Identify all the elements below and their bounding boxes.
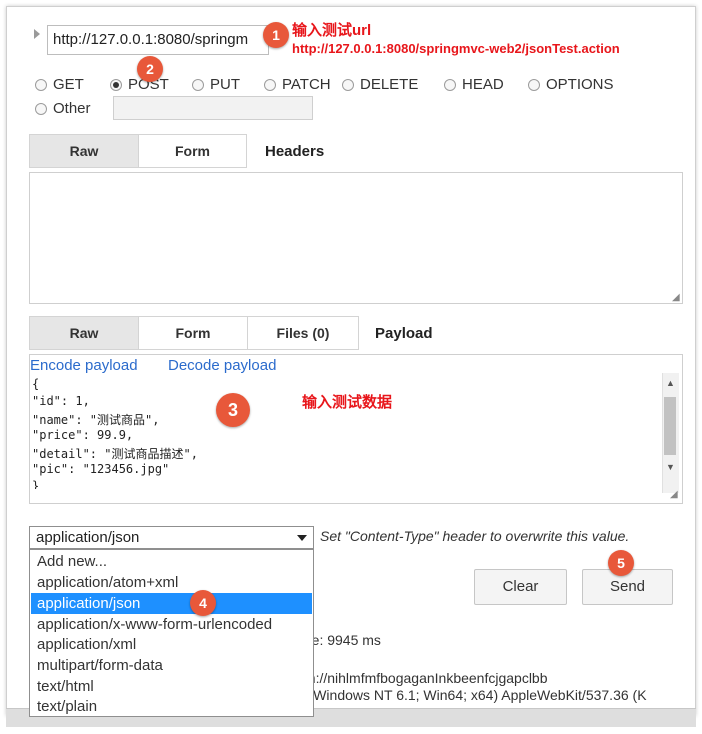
tab-headers-form[interactable]: Form [138,134,247,168]
payload-line: { [32,377,40,391]
chevron-down-icon [297,535,307,541]
dropdown-option[interactable]: application/atom+xml [37,572,178,593]
dropdown-option[interactable]: Add new... [37,551,107,572]
resize-handle-icon[interactable]: ◢ [670,489,678,500]
method-label: Other [53,100,91,117]
payload-line: "price": 99.9, [32,428,134,442]
scroll-up-icon[interactable]: ▲ [666,378,675,388]
radio-checked-icon [110,78,122,91]
method-label: PUT [210,76,240,93]
method-options-radio[interactable]: OPTIONS [528,76,614,93]
step-badge-3: 3 [216,393,250,427]
tab-headers-raw[interactable]: Raw [29,134,139,168]
method-other-radio[interactable]: Other [35,100,91,117]
other-method-input[interactable] [113,96,313,120]
headers-title: Headers [265,143,325,160]
step-badge-5: 5 [608,550,634,576]
method-put-radio[interactable]: PUT [192,76,240,93]
annotation-url-example: http://127.0.0.1:8080/springmvc-web2/jso… [292,41,620,56]
radio-icon [342,78,354,91]
resize-handle-icon[interactable]: ◢ [672,292,680,303]
method-post-radio[interactable]: POST [110,76,169,93]
method-label: GET [53,76,84,93]
method-label: OPTIONS [546,76,614,93]
method-patch-radio[interactable]: PATCH [264,76,331,93]
payload-line: "name": "测试商品", [32,413,160,427]
response-info-line: on://nihlmfmfbogaganInkbeenfcjgapclbb [300,670,548,686]
method-head-radio[interactable]: HEAD [444,76,504,93]
payload-line: "id": 1, [32,394,90,408]
scroll-down-icon[interactable]: ▼ [666,462,675,472]
payload-line: "detail": "测试商品描述", [32,447,198,461]
annotation-url-title: 输入测试url [292,22,372,39]
headers-textarea[interactable] [29,172,683,304]
step-badge-2: 2 [137,56,163,82]
radio-icon [35,78,47,91]
radio-icon [192,78,204,91]
method-label: HEAD [462,76,504,93]
dropdown-option[interactable]: text/html [37,676,94,697]
response-info-line: ) (Windows NT 6.1; Win64; x64) AppleWebK… [300,687,647,703]
radio-icon [35,102,47,115]
payload-title: Payload [375,325,433,342]
dropdown-option[interactable]: multipart/form-data [37,655,163,676]
tab-payload-form[interactable]: Form [138,316,248,350]
decode-payload-link[interactable]: Decode payload [168,357,276,374]
method-label: PATCH [282,76,331,93]
payload-line: } [32,479,40,489]
encode-payload-link[interactable]: Encode payload [30,357,138,374]
method-label: DELETE [360,76,419,93]
annotation-test-data: 输入测试数据 [302,394,393,411]
clear-button[interactable]: Clear [474,569,567,605]
radio-icon [264,78,276,91]
url-input[interactable]: http://127.0.0.1:8080/springm [47,25,269,55]
scrollbar-thumb[interactable] [664,397,676,455]
step-badge-1: 1 [263,22,289,48]
tab-payload-raw[interactable]: Raw [29,316,139,350]
dropdown-option[interactable]: text/plain [37,696,97,717]
dropdown-option[interactable]: application/x-www-form-urlencoded [37,614,272,635]
method-get-radio[interactable]: GET [35,76,84,93]
expand-arrow-icon[interactable] [34,29,40,39]
tab-payload-files[interactable]: Files (0) [247,316,359,350]
content-type-dropdown: Add new... application/atom+xml applicat… [29,549,314,717]
radio-icon [444,78,456,91]
radio-icon [528,78,540,91]
dropdown-option[interactable]: application/xml [37,634,136,655]
step-badge-4: 4 [190,590,216,616]
content-type-select[interactable]: application/json [29,526,314,549]
payload-line: "pic": "123456.jpg" [32,462,170,476]
dropdown-option-selected[interactable]: application/json [31,593,312,614]
send-button[interactable]: Send [582,569,673,605]
content-type-value: application/json [36,529,140,546]
content-type-hint: Set "Content-Type" header to overwrite t… [320,528,630,544]
method-delete-radio[interactable]: DELETE [342,76,418,93]
